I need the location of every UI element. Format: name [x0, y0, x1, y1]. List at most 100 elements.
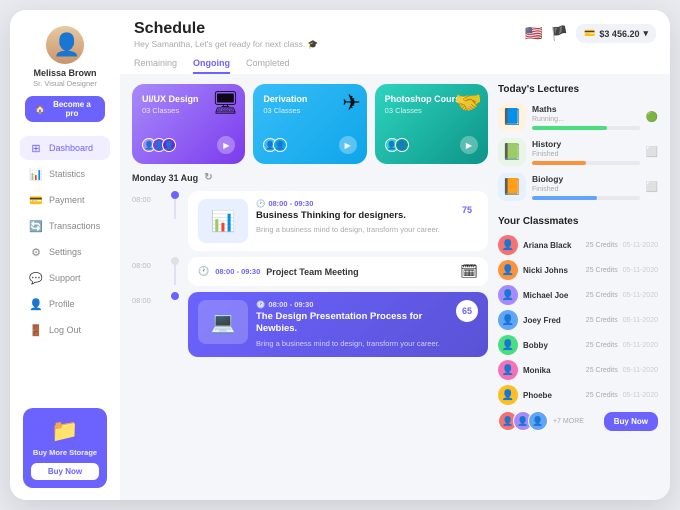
sidebar-item-support[interactable]: 💬 Support: [20, 266, 110, 290]
progress-bar: [532, 161, 640, 165]
timeline-item: 08:00 🕐 08:00 - 09:30 Project Team Meeti…: [132, 257, 488, 286]
classmate-credits: 25 Credits: [586, 317, 618, 324]
storage-text: Buy More Storage: [33, 448, 97, 457]
sidebar: Melissa Brown Sr. Visual Designer 🏠 Beco…: [10, 10, 120, 500]
flag-icon-2: 🏴: [551, 25, 568, 42]
settings-icon: ⚙: [30, 246, 42, 258]
progress-fill: [532, 196, 597, 200]
event-card-business: 📊 🕐 08:00 - 09:30 Business Thinking for …: [188, 191, 488, 251]
content-area: 🖥 UI/UX Design 03 Classes 👤 👤 👤 ▶: [120, 74, 670, 500]
nav-items: ⊞ Dashboard 📊 Statistics 💳 Payment 🔄 Tra…: [10, 136, 120, 342]
classmate-item: 👤 Phoebe 25 Credits 05-11-2020: [498, 385, 658, 405]
clock-icon: 🕐: [256, 199, 265, 208]
classmate-credits: 25 Credits: [586, 367, 618, 374]
schedule-subtitle: Hey Samantha, Let's get ready for next c…: [134, 39, 318, 50]
classmate-date: 05-11-2020: [623, 392, 658, 399]
lecture-name: Maths: [532, 104, 640, 114]
buy-now-button[interactable]: Buy Now: [604, 412, 658, 431]
classmate-date: 05-11-2020: [623, 267, 658, 274]
logout-icon: 🚪: [30, 324, 42, 336]
avatar: [46, 26, 84, 64]
maths-icon: 📘: [498, 103, 526, 131]
balance-value: $3 456.20: [599, 29, 639, 39]
classmate-name: Michael Joe: [523, 291, 581, 300]
event-image: 💻: [198, 300, 248, 344]
photoshop-icon: 🤝: [455, 90, 482, 116]
schedule-section: 🖥 UI/UX Design 03 Classes 👤 👤 👤 ▶: [132, 84, 488, 490]
classmate-avatar: 👤: [498, 310, 518, 330]
play-button[interactable]: ▶: [339, 136, 357, 154]
lecture-info: Maths Running...: [532, 104, 640, 130]
progress-bar: [532, 126, 640, 130]
sidebar-item-statistics[interactable]: 📊 Statistics: [20, 162, 110, 186]
event-card-design: 💻 🕐 08:00 - 09:30 The Design Presentatio…: [188, 292, 488, 357]
support-icon: 💬: [30, 272, 42, 284]
user-role: Sr. Visual Designer: [33, 79, 97, 88]
lecture-info: History Finished: [532, 139, 640, 165]
classmate-date: 05-11-2020: [623, 242, 658, 249]
classmate-name: Joey Fred: [523, 316, 581, 325]
sidebar-item-dashboard[interactable]: ⊞ Dashboard: [20, 136, 110, 160]
sidebar-bottom: 📁 Buy More Storage Buy Now: [13, 408, 117, 488]
transactions-icon: 🔄: [30, 220, 42, 232]
timeline-line: [174, 265, 176, 285]
more-avatar: 👤: [528, 411, 548, 431]
tab-nav: Remaining Ongoing Completed: [134, 58, 318, 74]
sidebar-item-profile[interactable]: 👤 Profile: [20, 292, 110, 316]
chevron-down-icon[interactable]: ▾: [643, 28, 648, 39]
event-time: 08:00 - 09:30: [215, 267, 260, 276]
sidebar-item-payment[interactable]: 💳 Payment: [20, 188, 110, 212]
classmate-date: 05-11-2020: [623, 317, 658, 324]
payment-icon: 💳: [30, 194, 42, 206]
event-desc: Bring a business mind to design, transfo…: [256, 225, 448, 236]
home-icon: 🏠: [35, 105, 45, 114]
main-area: Schedule Hey Samantha, Let's get ready f…: [120, 10, 670, 500]
toggle-icon[interactable]: ⬜: [646, 182, 658, 193]
become-pro-button[interactable]: 🏠 Become a pro: [25, 96, 105, 122]
schedule-date: Monday 31 Aug: [132, 173, 198, 183]
tab-remaining[interactable]: Remaining: [134, 58, 177, 74]
classmate-avatar: 👤: [498, 335, 518, 355]
classmates-section: Your Classmates 👤 Ariana Black 25 Credit…: [498, 216, 658, 490]
dashboard-icon: ⊞: [30, 142, 42, 154]
classmate-item: 👤 Nicki Johns 25 Credits 05-11-2020: [498, 260, 658, 280]
classmate-credits: 25 Credits: [586, 292, 618, 299]
play-button[interactable]: ▶: [460, 136, 478, 154]
lecture-item-maths: 📘 Maths Running... 🟢: [498, 103, 658, 131]
buy-storage-button[interactable]: Buy Now: [31, 463, 99, 480]
tab-completed[interactable]: Completed: [246, 58, 290, 74]
toggle-icon[interactable]: 🟢: [646, 112, 658, 123]
play-button[interactable]: ▶: [217, 136, 235, 154]
lecture-name: Biology: [532, 174, 640, 184]
tab-ongoing[interactable]: Ongoing: [193, 58, 230, 74]
event-time: 🕐 08:00 - 09:30: [256, 199, 448, 208]
time-label: 08:00: [132, 292, 162, 305]
classmate-credits: 25 Credits: [586, 392, 618, 399]
toggle-icon[interactable]: ⬜: [646, 147, 658, 158]
lecture-name: History: [532, 139, 640, 149]
classmate-item: 👤 Michael Joe 25 Credits 05-11-2020: [498, 285, 658, 305]
student-avatar: 👤: [273, 138, 287, 152]
classmate-avatar: 👤: [498, 235, 518, 255]
event-card-meeting: 🕐 08:00 - 09:30 Project Team Meeting 🗓: [188, 257, 488, 286]
schedule-date-row: Monday 31 Aug ↻: [132, 172, 488, 183]
event-score: 65: [456, 300, 478, 322]
event-title: Business Thinking for designers.: [256, 210, 448, 222]
uiux-icon: 🖥: [211, 90, 239, 116]
time-label: 08:00: [132, 191, 162, 204]
classmates-title: Your Classmates: [498, 216, 658, 227]
timeline-item: 08:00 💻 🕐 08:00 - 09:30 The D: [132, 292, 488, 357]
classmate-name: Phoebe: [523, 391, 581, 400]
right-panel: Today's Lectures 📘 Maths Running... 🟢: [498, 84, 658, 490]
classmate-avatar: 👤: [498, 285, 518, 305]
lectures-title: Today's Lectures: [498, 84, 658, 95]
lectures-section: Today's Lectures 📘 Maths Running... 🟢: [498, 84, 658, 208]
sidebar-item-logout[interactable]: 🚪 Log Out: [20, 318, 110, 342]
refresh-icon[interactable]: ↻: [204, 172, 212, 183]
sidebar-item-settings[interactable]: ⚙ Settings: [20, 240, 110, 264]
classmate-date: 05-11-2020: [623, 292, 658, 299]
sidebar-item-transactions[interactable]: 🔄 Transactions: [20, 214, 110, 238]
progress-bar: [532, 196, 640, 200]
derivation-icon: ✈: [342, 90, 360, 116]
lecture-item-history: 📗 History Finished ⬜: [498, 138, 658, 166]
